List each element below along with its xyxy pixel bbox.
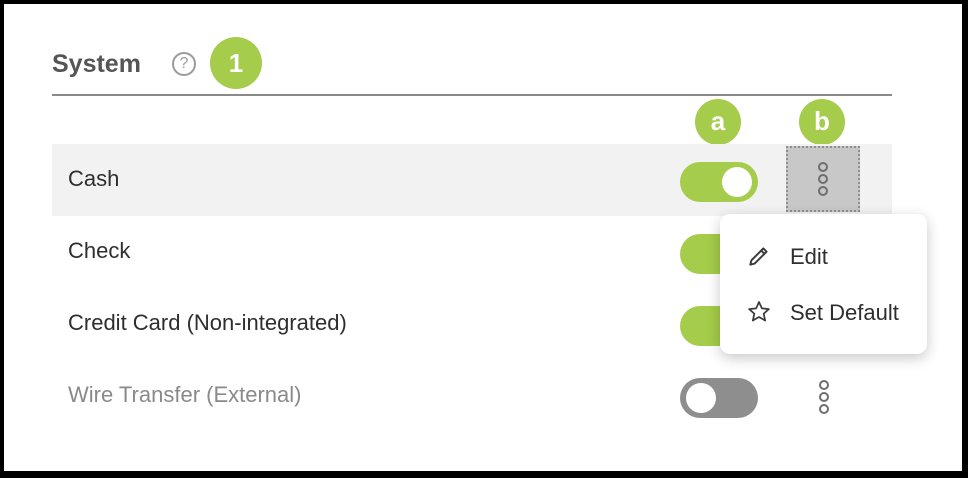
system-panel: System ? 1 a b Cash Check Credit Card (N… [4,4,962,471]
menu-item-label: Set Default [790,300,899,325]
pencil-icon [746,243,772,269]
payment-method-row: Wire Transfer (External) [52,360,892,432]
more-options-button[interactable] [786,146,860,212]
payment-method-label: Wire Transfer (External) [68,382,302,407]
question-circle-icon[interactable]: ? [172,52,196,76]
callout-badge-b: b [799,99,845,145]
toggle-knob [722,167,752,197]
payment-method-label: Credit Card (Non-integrated) [68,310,347,335]
kebab-icon [818,160,828,198]
toggle-knob [686,383,716,413]
context-menu: Edit Set Default [720,214,927,354]
menu-item-edit[interactable]: Edit [720,228,927,284]
menu-item-set-default[interactable]: Set Default [720,284,927,340]
callout-badge-1: 1 [210,37,262,89]
star-icon [746,299,772,325]
payment-method-label: Check [68,238,131,263]
enable-toggle[interactable] [680,162,758,202]
enable-toggle[interactable] [680,378,758,418]
more-options-button[interactable] [788,366,860,428]
section-title: System [52,50,141,78]
callout-badge-a: a [695,99,741,145]
payment-method-label: Cash [68,166,120,191]
section-header: System ? [52,38,892,96]
kebab-icon [819,378,829,416]
menu-item-label: Edit [790,244,828,269]
payment-method-row: Cash [52,144,892,216]
